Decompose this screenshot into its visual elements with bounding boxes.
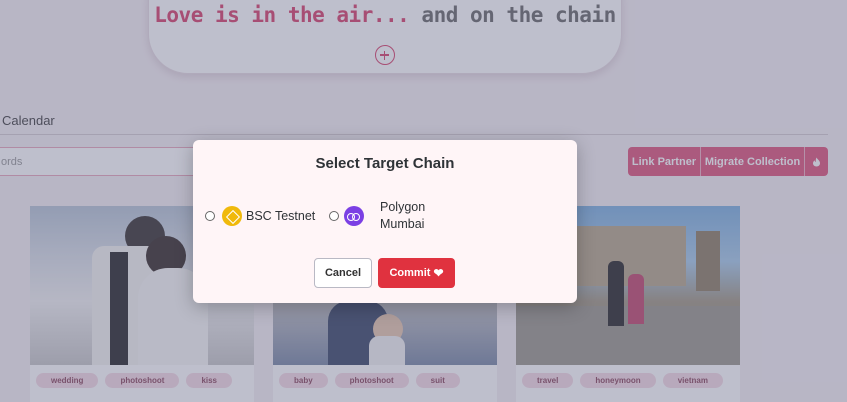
- modal-title: Select Target Chain: [315, 155, 455, 172]
- heart-icon: ❤: [433, 266, 444, 280]
- select-chain-modal: Select Target Chain BSC Testnet Polygon …: [193, 140, 577, 303]
- commit-label: Commit: [389, 267, 431, 279]
- bnb-chain-icon: [222, 206, 242, 226]
- polygon-mumbai-label[interactable]: Polygon Mumbai: [380, 199, 440, 233]
- cancel-button[interactable]: Cancel: [314, 258, 372, 288]
- commit-button[interactable]: Commit ❤: [378, 258, 455, 288]
- polygon-mumbai-radio[interactable]: [329, 211, 339, 221]
- bsc-testnet-label[interactable]: BSC Testnet: [246, 209, 315, 223]
- polygon-icon: [344, 206, 364, 226]
- bsc-testnet-radio[interactable]: [205, 211, 215, 221]
